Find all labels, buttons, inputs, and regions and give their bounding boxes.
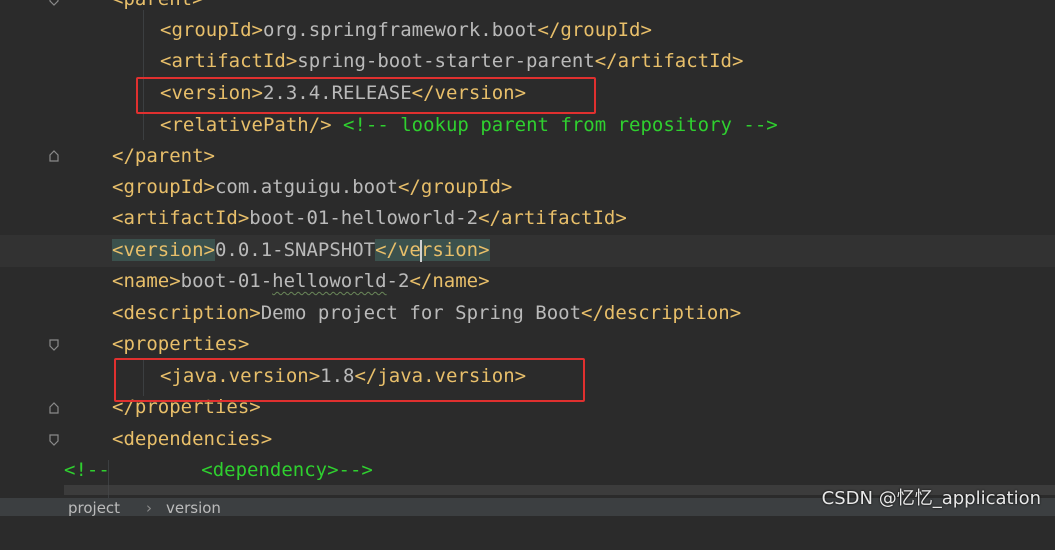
code-line[interactable]: <version>2.3.4.RELEASE</version>	[0, 78, 1055, 110]
breadcrumb-separator: ›	[146, 499, 152, 517]
xml-tag: <dependencies>	[112, 428, 273, 450]
xml-tag: <version>	[160, 82, 263, 104]
code-line[interactable]: <relativePath/> <!-- lookup parent from …	[0, 110, 1055, 142]
watermark-text: CSDN @忆忆_application	[821, 488, 1041, 509]
xml-tag: </artifactId>	[478, 207, 627, 229]
xml-tag: <artifactId>	[160, 50, 298, 72]
breadcrumb-item[interactable]: project	[68, 499, 120, 517]
xml-value: boot-01-	[180, 270, 273, 292]
xml-tag: <name>	[112, 270, 181, 292]
xml-value: 2.3.4.RELEASE	[262, 82, 412, 104]
xml-value: boot-01-helloworld-2	[249, 207, 479, 229]
xml-tag: <description>	[112, 302, 261, 324]
code-line[interactable]: <groupId>com.atguigu.boot</groupId>	[0, 172, 1055, 204]
current-code-line[interactable]: <version>0.0.1-SNAPSHOT</version>	[0, 235, 1055, 267]
code-line[interactable]: <description>Demo project for Spring Boo…	[0, 298, 1055, 330]
code-editor[interactable]: <parent> <groupId>org.springframework.bo…	[0, 0, 1055, 516]
xml-tag: </properties>	[112, 396, 261, 418]
fold-start-icon[interactable]	[49, 339, 59, 351]
xml-tag: </parent>	[112, 145, 215, 167]
spellcheck-word[interactable]: helloworld	[272, 270, 386, 292]
xml-tag: </name>	[409, 270, 490, 292]
xml-value: com.atguigu.boot	[214, 176, 398, 198]
xml-tag: </groupId>	[397, 176, 513, 198]
xml-comment: <!--	[64, 459, 110, 481]
xml-value: Demo project for Spring Boot	[260, 302, 582, 324]
xml-tag: </java.version>	[354, 365, 527, 387]
code-line[interactable]: </properties>	[0, 392, 1055, 424]
code-line[interactable]: <parent>	[0, 0, 1055, 16]
xml-value: org.springframework.boot	[262, 19, 538, 41]
xml-comment: <!-- lookup parent from repository -->	[343, 114, 778, 136]
xml-tag: <artifactId>	[112, 207, 250, 229]
code-line[interactable]: <dependencies>	[0, 424, 1055, 456]
xml-tag: <parent>	[112, 0, 204, 10]
fold-end-icon[interactable]	[49, 150, 59, 162]
xml-tag: <groupId>	[160, 19, 263, 41]
xml-tag: <relativePath/>	[160, 114, 332, 136]
fold-end-icon[interactable]	[49, 402, 59, 414]
xml-value: 1.8	[320, 365, 355, 387]
code-line[interactable]: <artifactId>spring-boot-starter-parent</…	[0, 46, 1055, 78]
xml-tag-matched: </version>	[375, 239, 490, 262]
xml-value: spring-boot-starter-parent	[297, 50, 595, 72]
code-line[interactable]: <artifactId>boot-01-helloworld-2</artifa…	[0, 203, 1055, 235]
code-line[interactable]: <!-- <dependency>-->	[0, 455, 1055, 487]
xml-tag: <properties>	[112, 333, 250, 355]
xml-tag: </description>	[581, 302, 742, 324]
code-line[interactable]: <java.version>1.8</java.version>	[0, 361, 1055, 393]
xml-value: -2	[386, 270, 410, 292]
xml-comment: <dependency>-->	[201, 459, 373, 481]
code-line[interactable]: </parent>	[0, 141, 1055, 173]
fold-start-icon[interactable]	[49, 0, 59, 6]
xml-tag: </version>	[411, 82, 527, 104]
xml-tag: </groupId>	[537, 19, 652, 41]
breadcrumb-item[interactable]: version	[166, 499, 221, 517]
xml-tag-matched: <version>	[112, 239, 215, 261]
xml-tag: <java.version>	[160, 365, 321, 387]
xml-value: 0.0.1-SNAPSHOT	[214, 239, 376, 261]
xml-tag: </artifactId>	[594, 50, 744, 72]
fold-start-icon[interactable]	[49, 434, 59, 446]
xml-tag: <groupId>	[112, 176, 215, 198]
code-line[interactable]: <groupId>org.springframework.boot</group…	[0, 15, 1055, 47]
code-line[interactable]: <properties>	[0, 329, 1055, 361]
code-line[interactable]: <name>boot-01-helloworld-2</name>	[0, 266, 1055, 298]
